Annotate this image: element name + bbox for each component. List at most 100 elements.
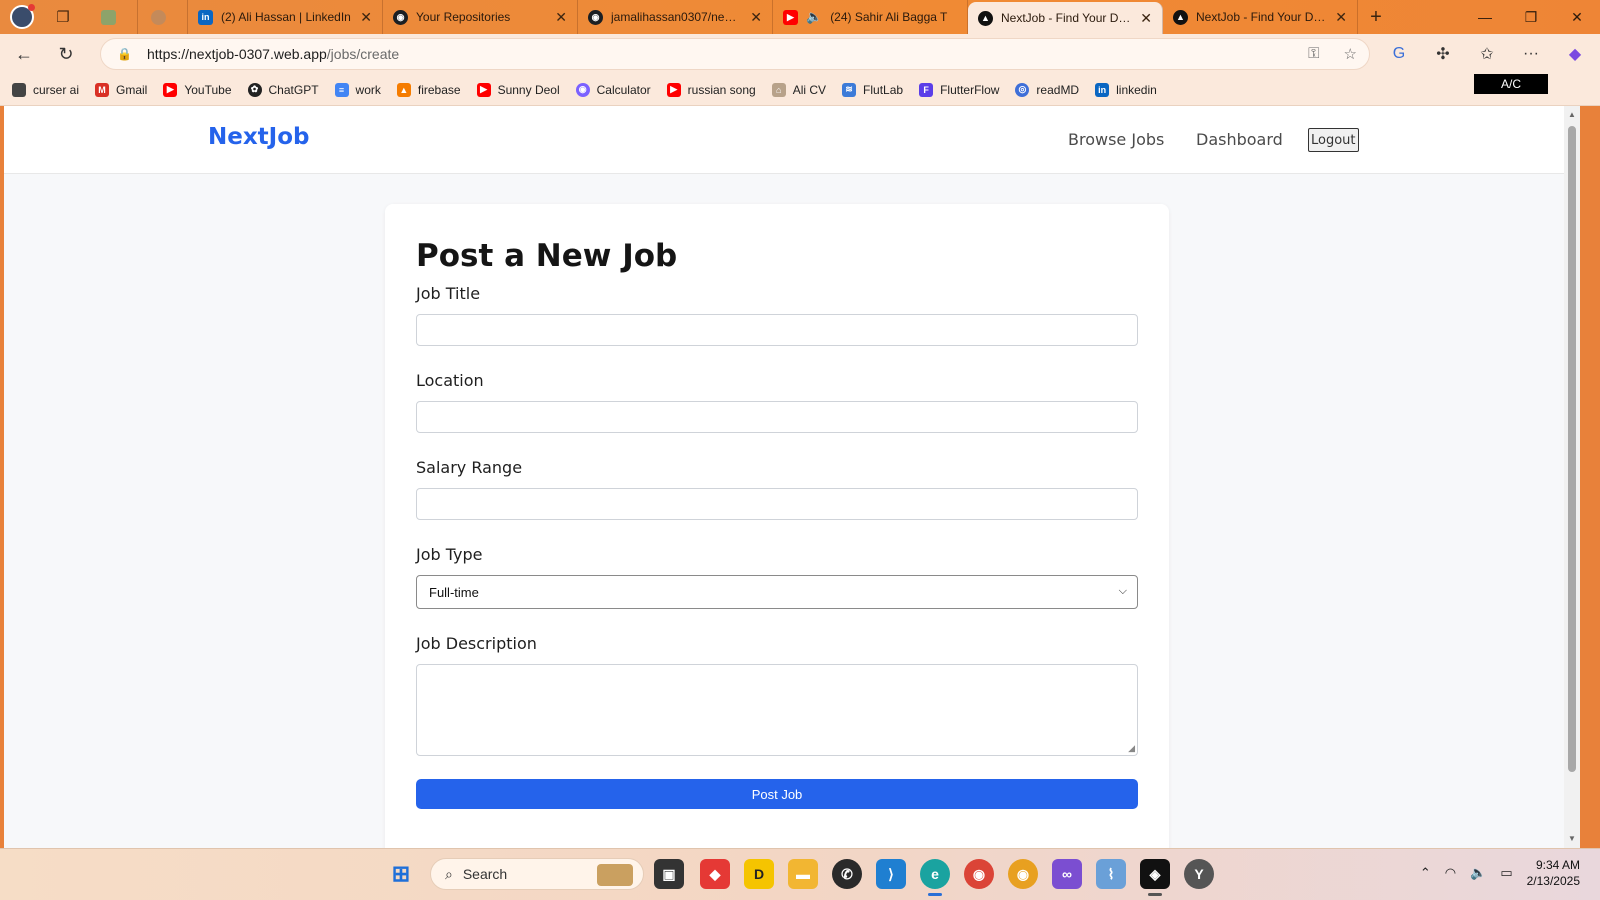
search-placeholder: Search — [462, 866, 508, 882]
chat-app-icon[interactable]: D — [744, 859, 774, 889]
close-icon[interactable]: ✕ — [555, 9, 567, 26]
bookmark-calculator[interactable]: ◉ Calculator — [575, 82, 651, 97]
back-icon[interactable]: ← — [6, 38, 42, 70]
bookmark-firebase[interactable]: ▲ firebase — [396, 82, 461, 97]
translate-icon[interactable]: G — [1384, 38, 1414, 70]
minimize-icon[interactable]: — — [1462, 0, 1508, 34]
tab-favicon-icon — [151, 9, 166, 25]
bookmark-gmail[interactable]: M Gmail — [95, 82, 147, 97]
page-viewport: NextJob Browse Jobs Dashboard Logout Pos… — [4, 106, 1580, 848]
close-window-icon[interactable]: ✕ — [1554, 0, 1600, 34]
bookmark-chatgpt[interactable]: ✿ ChatGPT — [247, 82, 319, 97]
browser-tab-2[interactable] — [138, 0, 188, 34]
vscode-icon[interactable]: ⟩ — [876, 859, 906, 889]
anydesk-icon[interactable]: ◆ — [700, 859, 730, 889]
close-icon[interactable]: ✕ — [360, 9, 372, 26]
restore-icon[interactable]: ❐ — [1508, 0, 1554, 34]
cv-icon: ⌂ — [771, 82, 786, 97]
scrollbar-thumb[interactable] — [1568, 126, 1576, 772]
bookmark-ali-cv[interactable]: ⌂ Ali CV — [771, 82, 826, 97]
cursor-app-icon[interactable]: ◈ — [1140, 859, 1170, 889]
address-bar[interactable]: 🔒 https://nextjob-0307.web.app/jobs/crea… — [100, 38, 1370, 70]
gmail-icon: M — [95, 82, 110, 97]
github-icon: ◉ — [393, 9, 408, 25]
browser-tab-nextjob-active[interactable]: ▲ NextJob - Find Your Drean ✕ — [968, 2, 1163, 34]
bookmark-flutterflow[interactable]: F FlutterFlow — [919, 82, 999, 97]
browser-tab-nextjob-repo[interactable]: ◉ jamalihassan0307/nextjob ✕ — [578, 0, 773, 34]
star-icon[interactable]: ☆ — [1344, 45, 1357, 63]
location-input[interactable] — [416, 401, 1138, 433]
salary-range-input[interactable] — [416, 488, 1138, 520]
task-view-icon[interactable]: ▣ — [654, 859, 684, 889]
wifi-icon[interactable]: ◠ — [1445, 865, 1456, 881]
close-icon[interactable]: ✕ — [750, 9, 762, 26]
visual-studio-icon[interactable]: ∞ — [1052, 859, 1082, 889]
job-description-textarea[interactable]: ◢ — [416, 664, 1138, 756]
bookmark-label: readMD — [1036, 82, 1080, 97]
scroll-up-icon[interactable]: ▲ — [1564, 108, 1580, 122]
profile-avatar[interactable] — [10, 4, 35, 29]
close-icon[interactable]: ✕ — [1335, 9, 1347, 26]
browser-tab-repositories[interactable]: ◉ Your Repositories ✕ — [383, 0, 578, 34]
job-type-select[interactable]: Full-time ⌵ — [416, 575, 1138, 609]
resize-handle-icon[interactable]: ◢ — [1128, 743, 1135, 754]
battery-icon[interactable]: ▭ — [1500, 865, 1512, 881]
job-type-selected: Full-time — [429, 584, 479, 600]
new-tab-button[interactable]: + — [1358, 6, 1394, 29]
tab-label: NextJob - Find Your Drean — [1196, 10, 1328, 24]
nav-browse-jobs[interactable]: Browse Jobs — [1068, 130, 1164, 149]
bookmark-label: Calculator — [596, 82, 651, 97]
chatgpt-icon: ✿ — [247, 82, 262, 97]
close-icon[interactable]: ✕ — [1140, 10, 1152, 27]
site-header: NextJob Browse Jobs Dashboard Logout — [4, 106, 1564, 174]
tab-label: NextJob - Find Your Drean — [1001, 11, 1133, 25]
bookmark-work[interactable]: ≡ work — [334, 82, 381, 97]
key-icon[interactable]: ⚿ — [1308, 45, 1319, 63]
file-explorer-icon[interactable]: ▬ — [788, 859, 818, 889]
windows-start-icon[interactable]: ⊞ — [386, 859, 416, 889]
brand-logo[interactable]: NextJob — [208, 124, 310, 150]
bookmark-russian-song[interactable]: ▶ russian song — [666, 82, 756, 97]
logout-button[interactable]: Logout — [1308, 128, 1359, 152]
extensions-icon[interactable]: ✣ — [1428, 38, 1458, 70]
browser-tab-1[interactable] — [88, 0, 138, 34]
volume-icon[interactable]: 🔈 — [1470, 865, 1486, 881]
lock-icon[interactable]: 🔒 — [117, 47, 132, 61]
taskbar-search[interactable]: ⌕ Search — [430, 858, 644, 890]
nav-dashboard[interactable]: Dashboard — [1196, 130, 1283, 149]
bookmark-readmd[interactable]: ◎ readMD — [1015, 82, 1080, 97]
chrome-canary-icon[interactable]: ◉ — [1008, 859, 1038, 889]
favorites-icon[interactable]: ✩ — [1472, 38, 1502, 70]
bookmark-sunny-deol[interactable]: ▶ Sunny Deol — [476, 82, 560, 97]
tab-label: (2) Ali Hassan | LinkedIn — [221, 10, 351, 24]
more-icon[interactable]: ··· — [1516, 38, 1546, 70]
browser-tab-linkedin[interactable]: in (2) Ali Hassan | LinkedIn ✕ — [188, 0, 383, 34]
yandex-icon[interactable]: Y — [1184, 859, 1214, 889]
workspaces-icon[interactable]: ❐ — [48, 2, 78, 32]
nextjob-favicon-icon: ▲ — [1173, 9, 1188, 25]
scroll-down-icon[interactable]: ▼ — [1564, 832, 1580, 846]
bookmark-label: YouTube — [184, 82, 232, 97]
youtube-icon: ▶ — [476, 82, 491, 97]
browser-tab-youtube[interactable]: ▶ 🔈 (24) Sahir Ali Bagga T — [773, 0, 968, 34]
monitor-app-icon[interactable]: ⌇ — [1096, 859, 1126, 889]
chevron-down-icon: ⌵ — [1118, 585, 1127, 597]
system-clock[interactable]: 9:34 AM 2/13/2025 — [1527, 857, 1580, 889]
ac-badge: A/C — [1474, 74, 1548, 94]
speaker-icon[interactable]: 🔈 — [806, 9, 822, 25]
refresh-icon[interactable]: ↻ — [48, 38, 84, 70]
bookmark-curser-ai[interactable]: curser ai — [12, 82, 79, 97]
bookmark-youtube[interactable]: ▶ YouTube — [163, 82, 232, 97]
copilot-icon[interactable]: ◆ — [1560, 38, 1590, 70]
job-title-input[interactable] — [416, 314, 1138, 346]
page-scrollbar[interactable]: ▲ ▼ — [1564, 106, 1580, 848]
bookmark-linkedin[interactable]: in linkedin — [1095, 82, 1157, 97]
bookmark-flutlab[interactable]: ≋ FlutLab — [842, 82, 903, 97]
post-job-button[interactable]: Post Job — [416, 779, 1138, 809]
browser-tab-nextjob[interactable]: ▲ NextJob - Find Your Drean ✕ — [1163, 0, 1358, 34]
edge-icon[interactable]: e — [920, 859, 950, 889]
chevron-up-icon[interactable]: ⌃ — [1420, 865, 1431, 881]
chrome-icon[interactable]: ◉ — [964, 859, 994, 889]
url-text[interactable]: https://nextjob-0307.web.app/jobs/create — [147, 46, 399, 62]
whatsapp-icon[interactable]: ✆ — [832, 859, 862, 889]
